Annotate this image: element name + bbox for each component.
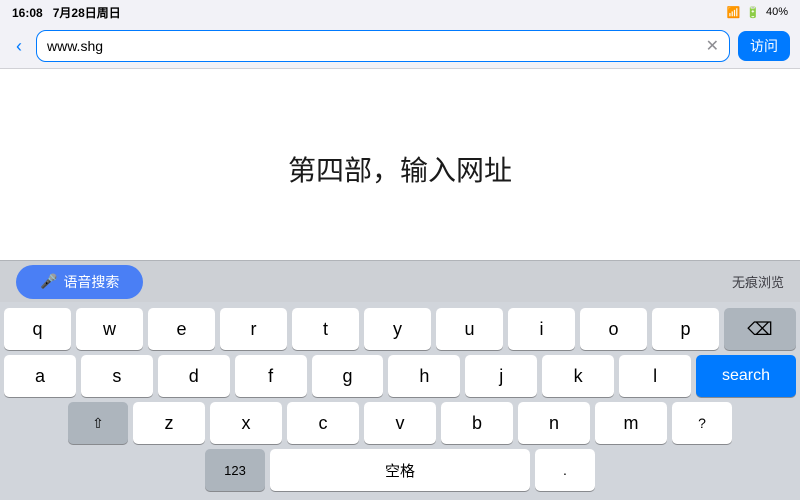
search-button[interactable]: search [696, 355, 796, 397]
keyboard-row-3: ⇧ z x c v b n m ? [4, 402, 796, 444]
key-e[interactable]: e [148, 308, 215, 350]
key-y[interactable]: y [364, 308, 431, 350]
key-z[interactable]: z [133, 402, 205, 444]
voice-search-label: 语音搜索 [63, 272, 119, 292]
key-x[interactable]: x [210, 402, 282, 444]
key-f[interactable]: f [235, 355, 307, 397]
key-m[interactable]: m [595, 402, 667, 444]
battery-icon: 🔋 [746, 6, 760, 19]
visit-button[interactable]: 访问 [738, 31, 790, 61]
key-i[interactable]: i [508, 308, 575, 350]
key-s[interactable]: s [81, 355, 153, 397]
key-o[interactable]: o [580, 308, 647, 350]
url-clear-icon[interactable]: ✕ [706, 36, 719, 56]
url-text: www.shg [47, 38, 103, 54]
key-a[interactable]: a [4, 355, 76, 397]
signal-icon: 📶 [727, 6, 741, 19]
key-space[interactable]: 空格 [270, 449, 530, 491]
key-c[interactable]: c [287, 402, 359, 444]
status-right: 📶 🔋 40% [727, 6, 788, 19]
key-q[interactable]: q [4, 308, 71, 350]
keyboard-rows: q w e r t y u i o p ⌫ a s d f g h j k l … [0, 302, 800, 500]
key-v[interactable]: v [364, 402, 436, 444]
key-t[interactable]: t [292, 308, 359, 350]
incognito-label: 无痕浏览 [732, 272, 784, 291]
key-period[interactable]: . [535, 449, 595, 491]
keyboard-row-1: q w e r t y u i o p ⌫ [4, 308, 796, 350]
key-g[interactable]: g [312, 355, 384, 397]
keyboard-row-4: 123 空格 . [4, 449, 796, 491]
keyboard-container: 🎤 语音搜索 无痕浏览 q w e r t y u i o p ⌫ a s d … [0, 260, 800, 500]
key-delete[interactable]: ⌫ [724, 308, 796, 350]
key-d[interactable]: d [158, 355, 230, 397]
key-u[interactable]: u [436, 308, 503, 350]
mic-icon: 🎤 [40, 273, 57, 290]
main-content: 第四部，输入网址 [0, 69, 800, 269]
back-button[interactable]: ‹ [10, 34, 28, 59]
key-numbers[interactable]: 123 [205, 449, 265, 491]
key-j[interactable]: j [465, 355, 537, 397]
key-w[interactable]: w [76, 308, 143, 350]
url-bar[interactable]: www.shg ✕ [36, 30, 730, 62]
key-b[interactable]: b [441, 402, 513, 444]
key-l[interactable]: l [619, 355, 691, 397]
key-r[interactable]: r [220, 308, 287, 350]
browser-header: ‹ www.shg ✕ 访问 [0, 24, 800, 69]
key-k[interactable]: k [542, 355, 614, 397]
keyboard-toolbar: 🎤 语音搜索 无痕浏览 [0, 260, 800, 302]
voice-search-button[interactable]: 🎤 语音搜索 [16, 265, 143, 299]
key-question[interactable]: ? [672, 402, 732, 444]
keyboard-row-2: a s d f g h j k l search [4, 355, 796, 397]
key-shift[interactable]: ⇧ [68, 402, 128, 444]
key-p[interactable]: p [652, 308, 719, 350]
status-time: 16:08 7月28日周日 [12, 4, 121, 21]
main-title: 第四部，输入网址 [288, 149, 512, 189]
key-h[interactable]: h [388, 355, 460, 397]
battery-percent: 40% [766, 6, 788, 18]
key-n[interactable]: n [518, 402, 590, 444]
status-bar: 16:08 7月28日周日 📶 🔋 40% [0, 0, 800, 24]
